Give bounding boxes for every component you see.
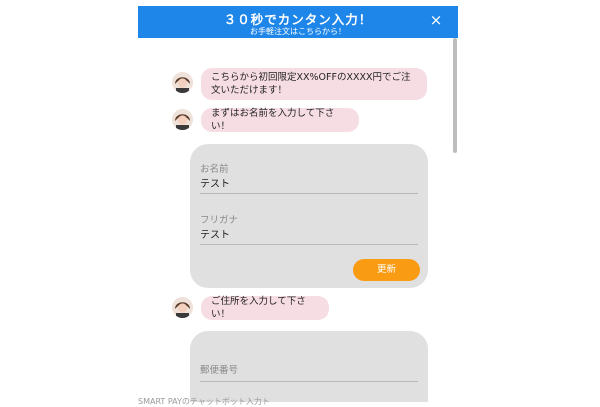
name-form-card: お名前 テスト フリガナ テスト 更新 — [190, 144, 428, 288]
bot-message-2-text: まずはお名前を入力して下さい！ — [211, 108, 335, 132]
update-button[interactable]: 更新 — [353, 259, 420, 281]
operator-avatar — [172, 297, 193, 318]
bot-message-1-text: こちらから初回限定XX%OFFのXXXX円でご注文いただけます！ — [211, 72, 411, 96]
scrollbar[interactable] — [453, 38, 457, 153]
chat-widget: ３０秒でカンタン入力！ お手軽注文はこちらから！ × こちらから初回限定XX%O… — [138, 6, 458, 402]
postal-code-underline[interactable] — [200, 381, 418, 382]
bot-message-2: まずはお名前を入力して下さい！ — [201, 108, 359, 132]
postal-code-label: 郵便番号 — [200, 365, 239, 376]
bot-message-1: こちらから初回限定XX%OFFのXXXX円でご注文いただけます！ — [201, 68, 427, 100]
operator-avatar — [172, 72, 193, 93]
address-form-card: 郵便番号 — [190, 331, 428, 402]
header-subtitle: お手軽注文はこちらから！ — [250, 27, 346, 36]
name-input[interactable]: テスト — [200, 175, 230, 190]
name-input-underline — [200, 193, 418, 194]
bot-message-3-text: ご住所を入力して下さい！ — [211, 296, 306, 320]
bot-message-3: ご住所を入力して下さい！ — [201, 296, 329, 320]
kana-input-underline — [200, 244, 418, 245]
kana-input[interactable]: テスト — [200, 226, 230, 241]
chat-header: ３０秒でカンタン入力！ お手軽注文はこちらから！ × — [138, 6, 458, 38]
operator-avatar — [172, 109, 193, 130]
name-label: お名前 — [200, 164, 229, 175]
kana-label: フリガナ — [200, 215, 239, 226]
close-icon[interactable]: × — [428, 12, 444, 28]
